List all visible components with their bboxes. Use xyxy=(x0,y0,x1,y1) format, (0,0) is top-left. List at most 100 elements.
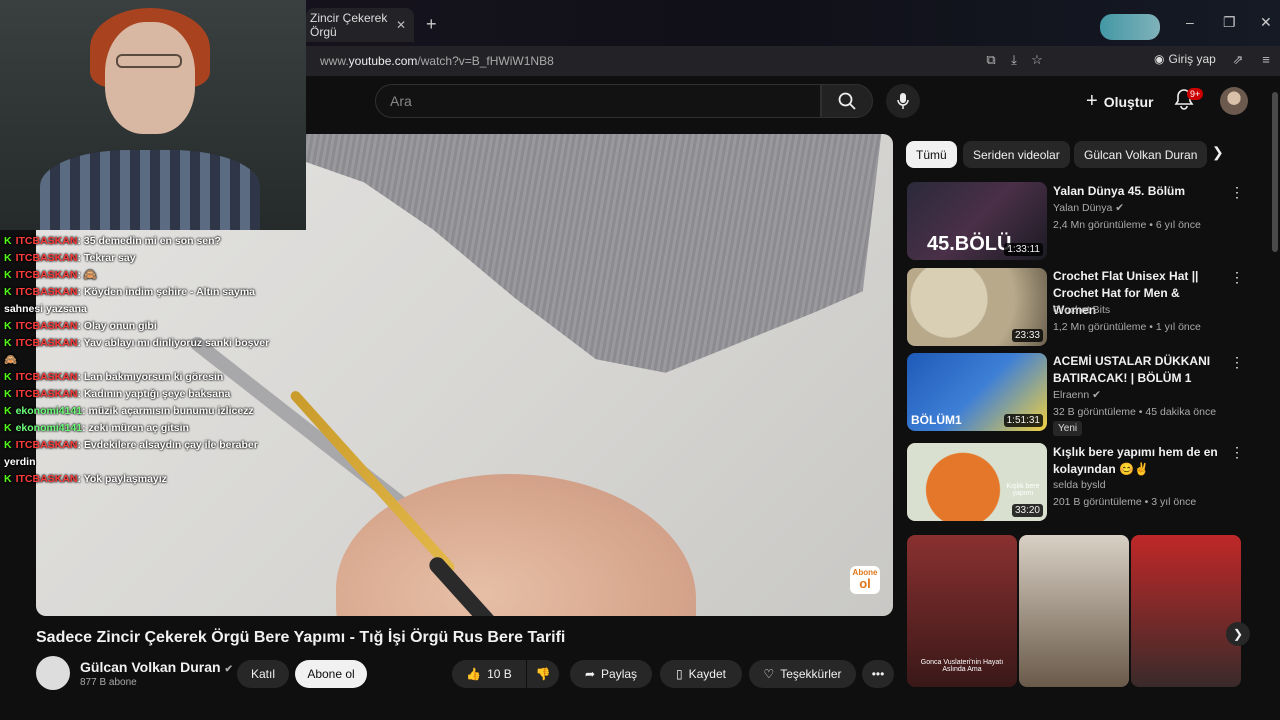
kick-icon: K xyxy=(4,252,12,264)
chip-series[interactable]: Seriden videolar xyxy=(963,141,1070,168)
video-title-link[interactable]: Yalan Dünya 45. Bölüm xyxy=(1053,183,1223,200)
kick-icon: K xyxy=(4,405,12,417)
minimize-icon[interactable]: – xyxy=(1186,14,1194,30)
new-badge: Yeni xyxy=(1053,421,1083,436)
video-channel[interactable]: Yalan Dünya ✔ xyxy=(1053,200,1124,217)
kick-icon: K xyxy=(4,473,12,485)
chip-channel[interactable]: Gülcan Volkan Duran xyxy=(1074,141,1208,168)
video-duration: 1:33:11 xyxy=(1004,243,1043,256)
share-icon: ➦ xyxy=(584,667,596,681)
chat-username: ITCBASKAN xyxy=(15,286,78,298)
chat-text: : Yok paylaşmayız xyxy=(77,473,167,485)
chat-username: ekonomi4141 xyxy=(15,405,83,417)
thumbnail[interactable]: BÖLÜM1 1:51:31 xyxy=(907,353,1047,431)
search-input[interactable]: Ara xyxy=(375,84,821,118)
voice-search-button[interactable] xyxy=(886,84,920,118)
kick-icon: K xyxy=(4,388,12,400)
close-window-icon[interactable]: ✕ xyxy=(1260,14,1272,31)
more-vertical-icon[interactable]: ⋮ xyxy=(1230,184,1244,201)
thumbnail[interactable]: 23:33 xyxy=(907,268,1047,346)
account-avatar[interactable] xyxy=(1220,87,1248,115)
subscriber-count: 877 B abone xyxy=(80,677,137,688)
login-button[interactable]: ◉ Giriş yap xyxy=(1154,52,1216,66)
like-button[interactable]: 👍 10 B xyxy=(452,660,526,688)
chat-text: : zeki müren aç gitsin xyxy=(82,422,189,434)
new-tab-icon[interactable]: + xyxy=(426,14,437,35)
chat-text: : 35 demedin mi en son sen? xyxy=(77,235,221,247)
mascot-image xyxy=(1100,14,1160,40)
more-vertical-icon[interactable]: ⋮ xyxy=(1230,444,1244,461)
chat-username: ITCBASKAN xyxy=(15,320,78,332)
webcam-overlay xyxy=(0,0,306,230)
chat-text: : Olay onun gibi xyxy=(77,320,157,332)
thumbnail[interactable]: Kışlık bere yapımı 33:20 xyxy=(907,443,1047,521)
thumbnail-text: BÖLÜM1 xyxy=(911,413,962,427)
video-duration: 1:51:31 xyxy=(1003,414,1043,427)
chat-overlay: K ITCBASKAN: 35 demedin mi en son sen? K IT… xyxy=(0,233,270,488)
kick-icon: K xyxy=(4,371,12,383)
thumbnail[interactable]: 45.BÖLÜ 1:33:11 xyxy=(907,182,1047,260)
chat-username: ekonomi4141 xyxy=(15,422,83,434)
chevron-right-icon[interactable]: ❯ xyxy=(1226,622,1250,646)
kick-icon: K xyxy=(4,439,12,451)
save-button[interactable]: ▯ Kaydet xyxy=(660,660,742,688)
thumbnail-text: 45.BÖLÜ xyxy=(927,233,1012,255)
download-icon[interactable]: ⤓ xyxy=(1006,52,1022,68)
chip-all[interactable]: Tümü xyxy=(906,141,957,168)
thumbs-down-icon: 👎 xyxy=(535,667,551,681)
channel-name[interactable]: Gülcan Volkan Duran ✔ xyxy=(80,659,233,675)
maximize-icon[interactable]: ❐ xyxy=(1223,14,1236,31)
browser-tab[interactable]: Zincir Çekerek Örgü ✕ xyxy=(306,8,414,42)
video-channel[interactable]: selda bysld xyxy=(1053,477,1106,494)
chat-text: : müzik açarmısın bunumu izlicezz xyxy=(82,405,254,417)
notification-badge: 9+ xyxy=(1187,88,1204,100)
channel-avatar[interactable] xyxy=(36,656,70,690)
chat-username: ITCBASKAN xyxy=(15,473,78,485)
more-actions-button[interactable]: ••• xyxy=(862,660,894,688)
install-app-icon[interactable]: ⧉ xyxy=(983,52,999,68)
search-button[interactable] xyxy=(821,84,873,118)
streamer-face xyxy=(105,22,195,134)
create-button[interactable]: + Oluştur xyxy=(1086,90,1153,113)
share-button[interactable]: ➦ Paylaş xyxy=(570,660,652,688)
video-meta: 201 B görüntüleme • 3 yıl önce xyxy=(1053,496,1197,508)
chat-message: K ITCBASKAN: 🙈 xyxy=(0,267,270,284)
short-thumbnail[interactable] xyxy=(1019,535,1129,687)
chat-message: Kekonomi4141: müzik açarmısın bunumu izl… xyxy=(0,403,270,420)
kick-icon: K xyxy=(4,235,12,247)
join-button[interactable]: Katıl xyxy=(237,660,289,688)
hat-image xyxy=(306,134,886,373)
video-channel[interactable]: Elraenn ✔ xyxy=(1053,387,1101,404)
verified-icon: ✔ xyxy=(224,664,233,675)
chat-text: : 🙈 xyxy=(77,269,97,281)
url-field[interactable]: www.youtube.com/watch?v=B_fHWiW1NB8 xyxy=(320,54,554,68)
chat-message: K ITCBASKAN: Kadının yaptığı şeye baksana xyxy=(0,386,270,403)
thumbnail-text: Kışlık bere yapımı xyxy=(1006,483,1040,497)
short-thumbnail[interactable] xyxy=(1131,535,1241,687)
subscribe-button[interactable]: Abone ol xyxy=(295,660,367,688)
bookmark-star-icon[interactable]: ☆ xyxy=(1029,52,1045,68)
extensions-icon[interactable]: ⇗ xyxy=(1230,52,1246,68)
chat-username: ITCBASKAN xyxy=(15,235,78,247)
streamer-shirt xyxy=(40,150,260,230)
chat-message: K ITCBASKAN: Yok paylaşmayız xyxy=(0,471,270,488)
video-title-link[interactable]: ACEMİ USTALAR DÜKKANI BATIRACAK! | BÖLÜM… xyxy=(1053,353,1223,387)
video-channel[interactable]: Crochet Bits xyxy=(1053,302,1110,319)
thanks-button[interactable]: ♡ Teşekkürler xyxy=(749,660,856,688)
video-title-link[interactable]: Kışlık bere yapımı hem de en kolayından … xyxy=(1053,444,1223,478)
browser-menu-icon[interactable]: ≡ xyxy=(1258,52,1274,68)
subscribe-watermark[interactable]: Abone ol xyxy=(850,566,880,594)
chat-text: : Tekrar say xyxy=(77,252,136,264)
close-tab-icon[interactable]: ✕ xyxy=(396,18,406,32)
chat-username: ITCBASKAN xyxy=(15,388,78,400)
chevron-right-icon[interactable]: ❯ xyxy=(1212,144,1224,161)
more-vertical-icon[interactable]: ⋮ xyxy=(1230,269,1244,286)
dislike-button[interactable]: 👎 xyxy=(527,660,559,688)
super-thanks-icon: ♡ xyxy=(763,667,775,681)
video-meta: 32 B görüntüleme • 45 dakika önce xyxy=(1053,406,1217,418)
short-thumbnail[interactable]: Gonca Vuslateri'nin Hayatı Aslında Ama xyxy=(907,535,1017,687)
more-vertical-icon[interactable]: ⋮ xyxy=(1230,354,1244,371)
chat-username: ITCBASKAN xyxy=(15,371,78,383)
kick-icon: K xyxy=(4,337,12,349)
scrollbar[interactable] xyxy=(1272,92,1278,252)
